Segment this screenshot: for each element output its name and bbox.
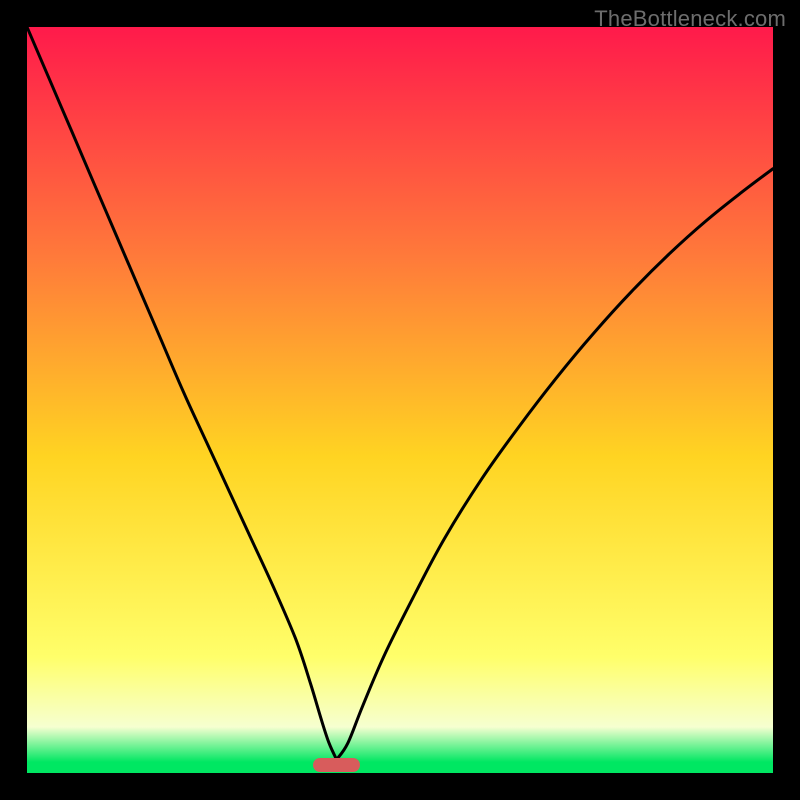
plot-svg — [27, 27, 773, 773]
gradient-background — [27, 27, 773, 773]
chart-frame: TheBottleneck.com — [0, 0, 800, 800]
minimum-marker — [313, 758, 359, 772]
watermark-label: TheBottleneck.com — [594, 6, 786, 32]
plot-area — [27, 27, 773, 773]
